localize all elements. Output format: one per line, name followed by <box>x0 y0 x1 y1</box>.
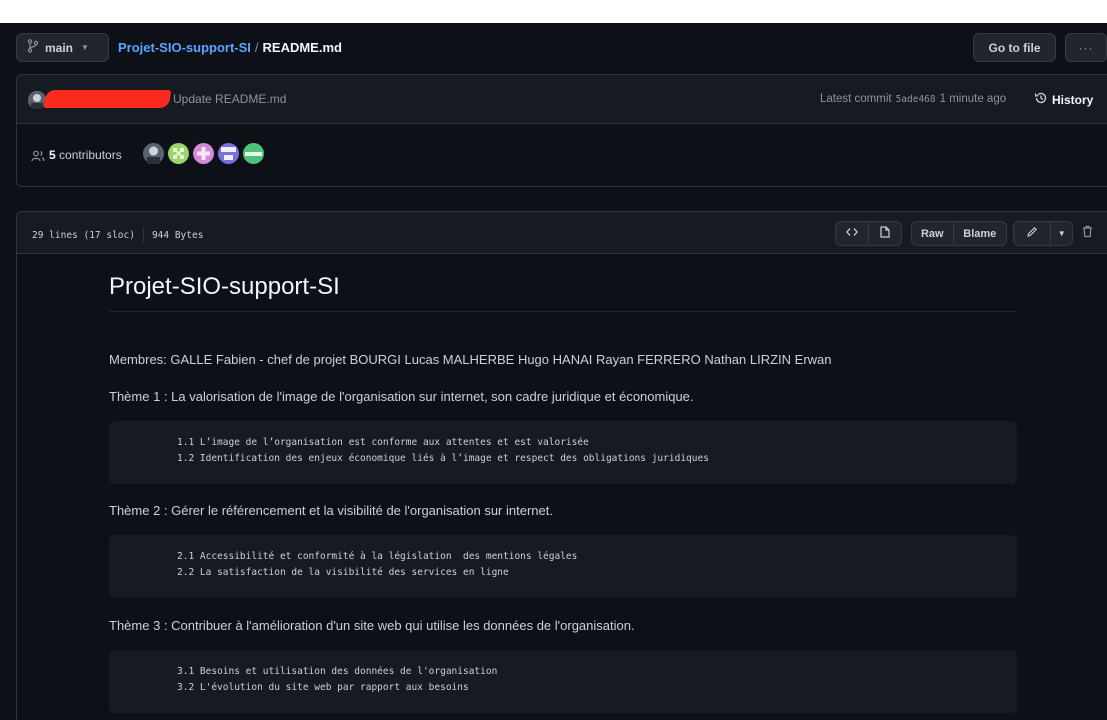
commit-time: 1 minute ago <box>939 93 1007 105</box>
code-block-1: 1.1 L’image de l’organisation est confor… <box>109 421 1017 484</box>
divider <box>142 227 144 243</box>
chevron-down-icon: ▼ <box>1057 229 1066 238</box>
raw-button[interactable]: Raw <box>912 222 954 245</box>
code-line: 3.1 Besoins et utilisation des données d… <box>177 666 498 677</box>
code-line: 2.2 La satisfaction de la visibilité des… <box>177 567 509 578</box>
branch-name: main <box>45 40 74 55</box>
contributors-count: 5 <box>49 148 56 162</box>
file-size: 944 Bytes <box>151 229 204 241</box>
code-line: 3.2 L'évolution du site web par rapport … <box>177 682 469 693</box>
chevron-down-icon: ▼ <box>81 43 89 52</box>
edit-button[interactable] <box>1014 222 1052 245</box>
file-view-button[interactable] <box>869 222 902 245</box>
repo-link[interactable]: Projet-SIO-support-SI <box>118 40 251 55</box>
commit-sha[interactable]: 5ade468 <box>896 94 936 105</box>
theme-2-paragraph: Thème 2 : Gérer le référencement et la v… <box>109 503 553 518</box>
code-icon <box>845 227 858 240</box>
people-icon <box>31 149 45 167</box>
commit-box: Update README.md Latest commit 5ade468 1… <box>16 74 1107 187</box>
code-line: 2.1 Accessibilité et conformité à la lég… <box>177 551 578 562</box>
branch-icon <box>27 39 39 56</box>
code-view-button[interactable] <box>836 222 869 245</box>
view-toggle-group <box>835 221 902 246</box>
code-block-2: 2.1 Accessibilité et conformité à la lég… <box>109 535 1017 598</box>
code-line: 1.2 Identification des enjeux économique… <box>177 453 709 464</box>
github-file-view: main ▼ Projet-SIO-support-SI / README.md… <box>0 23 1107 720</box>
redacted-author-mark <box>43 90 172 108</box>
raw-blame-group: Raw Blame <box>911 221 1007 246</box>
latest-commit-row: Update README.md Latest commit 5ade468 1… <box>17 75 1107 124</box>
file-header: 29 lines (17 sloc) 944 Bytes Raw Blame ▼ <box>17 212 1107 254</box>
contributor-avatar[interactable] <box>218 143 239 164</box>
contributors-text: contributors <box>59 148 122 162</box>
file-info: 29 lines (17 sloc) 944 Bytes <box>32 227 203 243</box>
pencil-icon <box>1026 226 1038 241</box>
breadcrumb: Projet-SIO-support-SI / README.md <box>118 40 342 55</box>
contributor-avatar[interactable] <box>193 143 214 164</box>
contributors-label[interactable]: 5 contributors <box>49 148 122 162</box>
blame-button[interactable]: Blame <box>954 222 1006 245</box>
branch-select-button[interactable]: main ▼ <box>16 33 109 62</box>
line-count: 29 lines (17 sloc) <box>32 229 135 241</box>
file-box: 29 lines (17 sloc) 944 Bytes Raw Blame ▼… <box>16 211 1107 720</box>
breadcrumb-separator: / <box>254 40 259 55</box>
history-label: History <box>1052 92 1094 107</box>
edit-dropdown-button[interactable]: ▼ <box>1051 222 1072 245</box>
members-paragraph: Membres: GALLE Fabien - chef de projet B… <box>109 352 832 367</box>
more-options-button[interactable]: ··· <box>1065 33 1107 62</box>
edit-group: ▼ <box>1013 221 1073 246</box>
file-icon <box>880 226 890 241</box>
theme-1-paragraph: Thème 1 : La valorisation de l'image de … <box>109 389 694 404</box>
code-block-3: 3.1 Besoins et utilisation des données d… <box>109 650 1017 713</box>
trash-icon[interactable] <box>1082 225 1093 243</box>
theme-3-paragraph: Thème 3 : Contribuer à l'amélioration d'… <box>109 618 635 633</box>
history-link[interactable]: History <box>1034 91 1093 108</box>
contributor-avatar[interactable] <box>168 143 189 164</box>
history-icon <box>1034 91 1048 108</box>
latest-commit-info: Latest commit 5ade468 1 minute ago <box>820 93 1006 105</box>
go-to-file-button[interactable]: Go to file <box>973 33 1056 62</box>
latest-commit-label: Latest commit <box>820 93 892 105</box>
contributor-avatar[interactable] <box>143 143 164 164</box>
topbar: main ▼ Projet-SIO-support-SI / README.md… <box>16 33 1107 63</box>
code-line: 1.1 L’image de l’organisation est confor… <box>177 437 589 448</box>
file-name: README.md <box>262 40 342 55</box>
contributor-avatar[interactable] <box>243 143 264 164</box>
contributors-row: 5 contributors <box>17 125 1107 187</box>
readme-content: Projet-SIO-support-SI Membres: GALLE Fab… <box>109 273 1017 713</box>
readme-title: Projet-SIO-support-SI <box>109 273 1017 312</box>
commit-message[interactable]: Update README.md <box>173 92 286 106</box>
